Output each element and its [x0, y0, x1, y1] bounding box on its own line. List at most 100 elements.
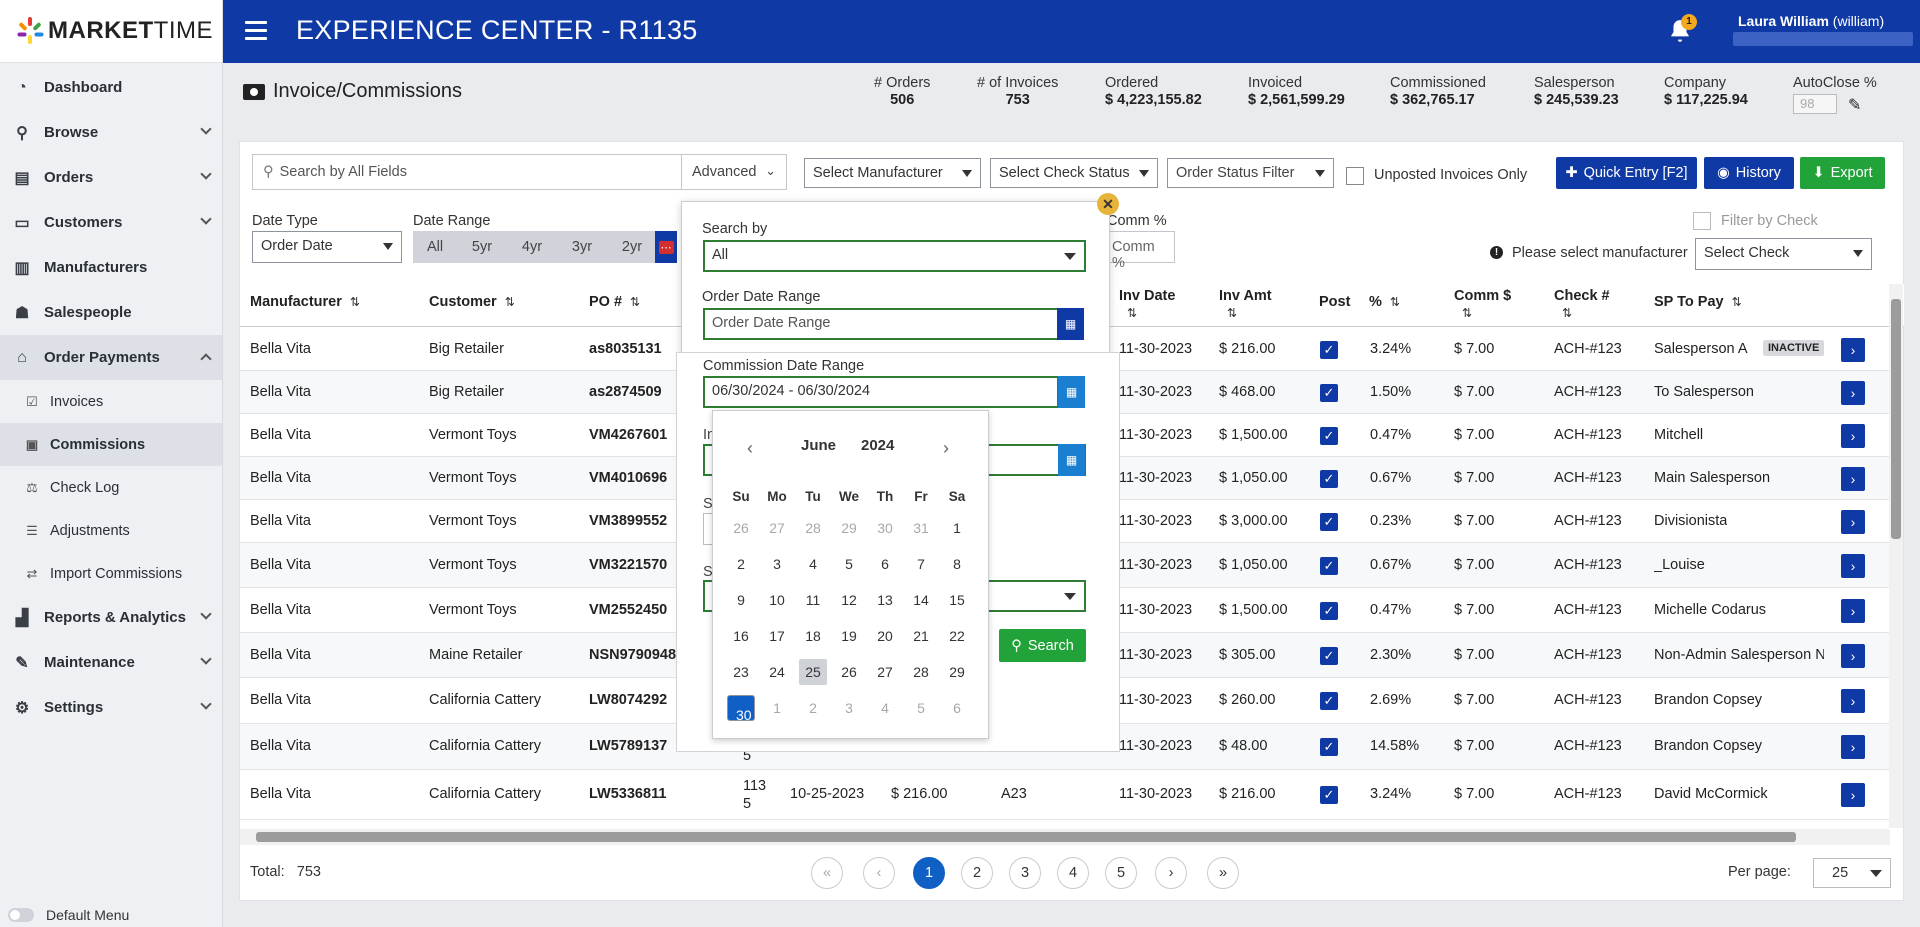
calendar-day[interactable]: 20: [871, 623, 899, 649]
post-checkbox[interactable]: ✓: [1320, 427, 1338, 445]
vertical-scrollbar[interactable]: [1889, 284, 1903, 828]
page-3-button[interactable]: 3: [1009, 857, 1041, 889]
page-5-button[interactable]: 5: [1105, 857, 1137, 889]
calendar-day[interactable]: 24: [763, 659, 791, 685]
page-1-button[interactable]: 1: [913, 857, 945, 889]
sidebar-item-salespeople[interactable]: ☗ Salespeople: [0, 290, 222, 335]
calendar-icon[interactable]: ▦: [1058, 444, 1085, 476]
calendar-day[interactable]: 13: [871, 587, 899, 613]
sidebar-item-settings[interactable]: ⚙ Settings: [0, 685, 222, 730]
calendar-day[interactable]: 30: [871, 515, 899, 541]
sort-icon[interactable]: ⇅: [1732, 295, 1742, 309]
prev-page-button[interactable]: ‹: [863, 857, 895, 889]
calendar-day[interactable]: 31: [907, 515, 935, 541]
post-checkbox[interactable]: ✓: [1320, 470, 1338, 488]
range-4yr-button[interactable]: 4yr: [507, 231, 557, 263]
sort-icon[interactable]: ⇅: [630, 295, 640, 309]
sort-icon[interactable]: ⇅: [1227, 306, 1237, 320]
sidebar-subitem-adjustments[interactable]: ☰ Adjustments: [0, 509, 222, 552]
col-customer[interactable]: Customer ⇅: [429, 294, 515, 310]
post-checkbox[interactable]: ✓: [1320, 513, 1338, 531]
calendar-day[interactable]: 27: [763, 515, 791, 541]
post-checkbox[interactable]: ✓: [1320, 341, 1338, 359]
calendar-day[interactable]: 3: [835, 695, 863, 721]
sidebar-item-reports[interactable]: ▟ Reports & Analytics: [0, 595, 222, 640]
post-checkbox[interactable]: ✓: [1320, 647, 1338, 665]
check-status-select[interactable]: Select Check Status: [990, 158, 1158, 188]
range-3yr-button[interactable]: 3yr: [557, 231, 607, 263]
calendar-day[interactable]: 4: [799, 551, 827, 577]
col-po[interactable]: PO # ⇅: [589, 294, 640, 310]
sort-icon[interactable]: ⇅: [1127, 306, 1137, 320]
advanced-dropdown[interactable]: Advanced ⌄: [681, 154, 787, 190]
date-type-select[interactable]: Order Date: [252, 231, 402, 263]
calendar-day[interactable]: 14: [907, 587, 935, 613]
calendar-day[interactable]: 29: [835, 515, 863, 541]
sidebar-subitem-check-log[interactable]: ⚖ Check Log: [0, 466, 222, 509]
search-input[interactable]: ⚲ Search by All Fields: [252, 154, 682, 190]
calendar-month[interactable]: June: [801, 437, 836, 454]
calendar-day[interactable]: 26: [835, 659, 863, 685]
chevron-right-icon[interactable]: ›: [1841, 735, 1865, 759]
chevron-right-icon[interactable]: ›: [1841, 381, 1865, 405]
history-button[interactable]: ◉ History: [1704, 157, 1794, 189]
export-button[interactable]: ⬇ Export: [1800, 157, 1885, 189]
calendar-day[interactable]: 27: [871, 659, 899, 685]
col-inv-date[interactable]: Inv Date ⇅: [1119, 288, 1175, 322]
calendar-day[interactable]: 12: [835, 587, 863, 613]
calendar-day[interactable]: 26: [727, 515, 755, 541]
sidebar-item-maintenance[interactable]: ✎ Maintenance: [0, 640, 222, 685]
user-name[interactable]: Laura William (william): [1738, 13, 1884, 29]
post-checkbox[interactable]: ✓: [1320, 738, 1338, 756]
pencil-icon[interactable]: ✎: [1848, 95, 1861, 115]
chevron-right-icon[interactable]: ›: [1841, 599, 1865, 623]
calendar-day[interactable]: 9: [727, 587, 755, 613]
sidebar-item-manufacturers[interactable]: ▥ Manufacturers: [0, 245, 222, 290]
table-row[interactable]: Bella Vita California Cattery LW5336811 113…: [240, 770, 1890, 820]
order-status-select[interactable]: Order Status Filter: [1167, 158, 1334, 188]
col-comm[interactable]: Comm $ ⇅: [1454, 288, 1511, 322]
sort-icon[interactable]: ⇅: [1462, 306, 1472, 320]
close-icon[interactable]: ✕: [1097, 193, 1119, 215]
col-sp-to-pay[interactable]: SP To Pay ⇅: [1654, 294, 1742, 310]
sidebar-item-orders[interactable]: ▤ Orders: [0, 155, 222, 200]
select-check-dropdown[interactable]: Select Check: [1695, 238, 1872, 270]
calendar-day[interactable]: 4: [871, 695, 899, 721]
calendar-icon[interactable]: ▦: [1058, 376, 1085, 408]
calendar-day[interactable]: 2: [727, 551, 755, 577]
calendar-day[interactable]: 17: [763, 623, 791, 649]
calendar-day[interactable]: 7: [907, 551, 935, 577]
calendar-day[interactable]: 22: [943, 623, 971, 649]
calendar-year[interactable]: 2024: [861, 437, 894, 454]
comm-input[interactable]: Comm %: [1107, 231, 1175, 271]
search-button[interactable]: ⚲ Search: [999, 629, 1086, 662]
calendar-day[interactable]: 16: [727, 623, 755, 649]
col-inv-amt[interactable]: Inv Amt ⇅: [1219, 288, 1272, 322]
calendar-icon[interactable]: ▦: [1057, 308, 1084, 340]
post-checkbox[interactable]: ✓: [1320, 557, 1338, 575]
calendar-day[interactable]: 11: [799, 587, 827, 613]
col-manufacturer[interactable]: Manufacturer ⇅: [250, 294, 360, 310]
horizontal-scrollbar[interactable]: [240, 829, 1890, 845]
calendar-day[interactable]: 18: [799, 623, 827, 649]
next-month-icon[interactable]: ›: [943, 438, 949, 459]
manufacturer-select[interactable]: Select Manufacturer: [804, 158, 981, 188]
chevron-right-icon[interactable]: ›: [1841, 689, 1865, 713]
sort-icon[interactable]: ⇅: [1562, 306, 1572, 320]
calendar-day[interactable]: 23: [727, 659, 755, 685]
hamburger-menu-icon[interactable]: [245, 21, 267, 41]
calendar-day[interactable]: 3: [763, 551, 791, 577]
per-page-select[interactable]: 25: [1813, 858, 1891, 888]
order-date-range-input[interactable]: Order Date Range: [703, 308, 1059, 340]
range-custom-button[interactable]: ⋯: [655, 231, 677, 263]
quick-entry-button[interactable]: ✚ Quick Entry [F2]: [1556, 157, 1697, 189]
default-menu-toggle[interactable]: Default Menu: [8, 907, 129, 923]
chevron-right-icon[interactable]: ›: [1841, 783, 1865, 807]
calendar-day[interactable]: 10: [763, 587, 791, 613]
calendar-day[interactable]: 5: [907, 695, 935, 721]
calendar-day[interactable]: 6: [871, 551, 899, 577]
calendar-day[interactable]: 5: [835, 551, 863, 577]
calendar-day[interactable]: 6: [943, 695, 971, 721]
sidebar-item-browse[interactable]: ⚲ Browse: [0, 110, 222, 155]
unposted-checkbox[interactable]: [1346, 167, 1364, 185]
